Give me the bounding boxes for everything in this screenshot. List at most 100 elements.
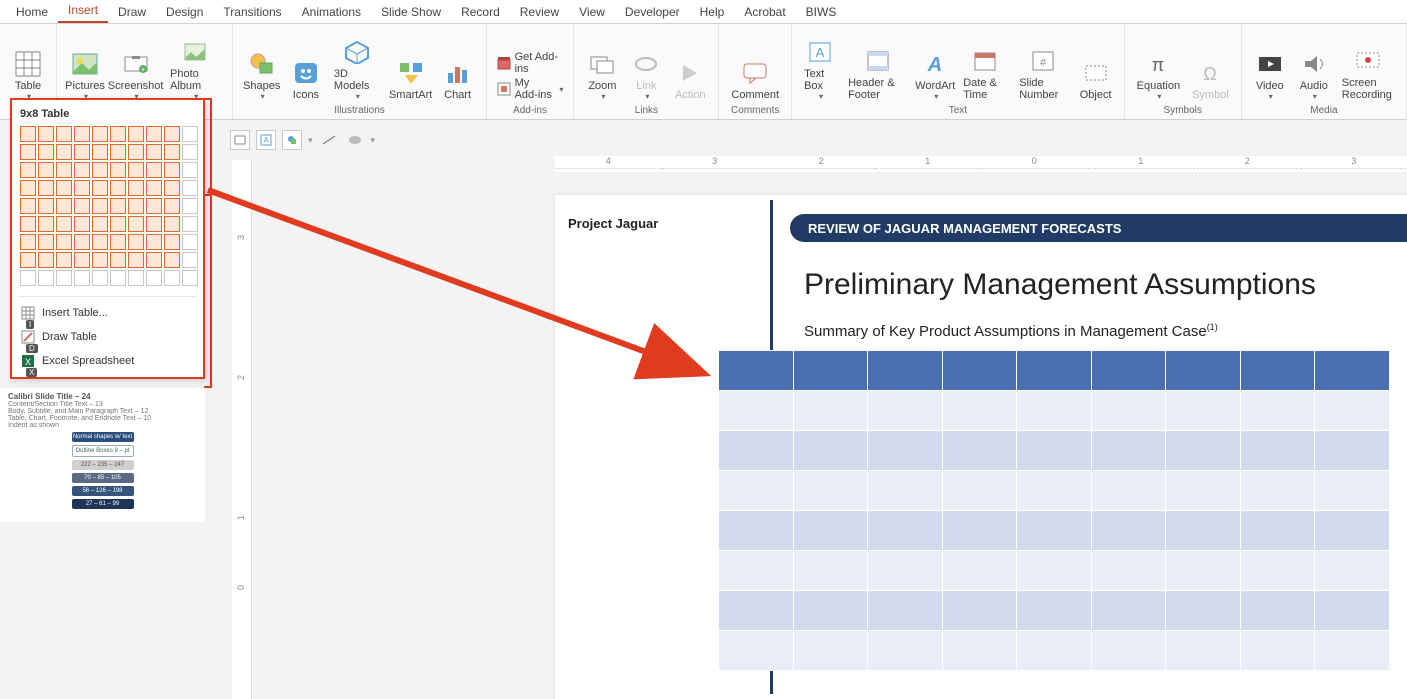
table-cell[interactable] bbox=[942, 471, 1017, 511]
grid-cell[interactable] bbox=[110, 252, 126, 268]
table-cell[interactable] bbox=[1315, 431, 1390, 471]
qat-caret[interactable]: ▾ bbox=[308, 135, 313, 146]
shapes-button[interactable]: Shapes bbox=[239, 48, 284, 103]
table-cell[interactable] bbox=[942, 551, 1017, 591]
grid-cell[interactable] bbox=[56, 126, 72, 142]
grid-cell[interactable] bbox=[56, 270, 72, 286]
grid-cell[interactable] bbox=[128, 270, 144, 286]
grid-cell[interactable] bbox=[128, 216, 144, 232]
table-cell[interactable] bbox=[793, 431, 868, 471]
grid-cell[interactable] bbox=[92, 198, 108, 214]
grid-cell[interactable] bbox=[182, 180, 198, 196]
tab-transitions[interactable]: Transitions bbox=[213, 1, 291, 23]
table-cell[interactable] bbox=[1166, 591, 1241, 631]
tab-insert[interactable]: Insert bbox=[58, 0, 108, 23]
grid-cell[interactable] bbox=[164, 162, 180, 178]
table-cell[interactable] bbox=[1017, 511, 1092, 551]
table-cell[interactable] bbox=[1017, 391, 1092, 431]
equation-button[interactable]: πEquation bbox=[1131, 48, 1186, 103]
table-cell[interactable] bbox=[1166, 511, 1241, 551]
table-cell[interactable] bbox=[942, 511, 1017, 551]
tab-design[interactable]: Design bbox=[156, 1, 213, 23]
table-cell[interactable] bbox=[1166, 631, 1241, 671]
grid-cell[interactable] bbox=[182, 162, 198, 178]
grid-cell[interactable] bbox=[38, 198, 54, 214]
models-button[interactable]: 3D Models bbox=[328, 36, 386, 103]
object-button[interactable]: Object bbox=[1074, 57, 1118, 103]
table-cell[interactable] bbox=[942, 431, 1017, 471]
grid-cell[interactable] bbox=[146, 270, 162, 286]
icons-button[interactable]: Icons bbox=[284, 57, 328, 103]
grid-cell[interactable] bbox=[20, 162, 36, 178]
tab-developer[interactable]: Developer bbox=[615, 1, 690, 23]
table-cell[interactable] bbox=[793, 551, 868, 591]
grid-cell[interactable] bbox=[146, 198, 162, 214]
table-cell[interactable] bbox=[1240, 391, 1315, 431]
smartart-button[interactable]: SmartArt bbox=[386, 57, 436, 103]
get-addins-button[interactable]: Get Add-ins bbox=[497, 51, 564, 75]
table-cell[interactable] bbox=[1166, 391, 1241, 431]
table-cell[interactable] bbox=[1166, 351, 1241, 391]
table-cell[interactable] bbox=[1315, 391, 1390, 431]
table-cell[interactable] bbox=[942, 631, 1017, 671]
screenshot-button[interactable]: + Screenshot bbox=[107, 48, 164, 103]
tab-biws[interactable]: BIWS bbox=[796, 1, 847, 23]
grid-cell[interactable] bbox=[92, 234, 108, 250]
grid-cell[interactable] bbox=[110, 270, 126, 286]
tab-help[interactable]: Help bbox=[690, 1, 735, 23]
table-cell[interactable] bbox=[719, 631, 794, 671]
qat-caret2[interactable]: ▾ bbox=[371, 135, 376, 146]
table-cell[interactable] bbox=[1315, 591, 1390, 631]
grid-cell[interactable] bbox=[146, 126, 162, 142]
grid-cell[interactable] bbox=[92, 216, 108, 232]
grid-cell[interactable] bbox=[38, 234, 54, 250]
grid-cell[interactable] bbox=[110, 126, 126, 142]
qat-line[interactable] bbox=[319, 130, 339, 150]
grid-cell[interactable] bbox=[20, 216, 36, 232]
grid-cell[interactable] bbox=[74, 216, 90, 232]
table-cell[interactable] bbox=[1017, 431, 1092, 471]
grid-cell[interactable] bbox=[38, 252, 54, 268]
grid-cell[interactable] bbox=[74, 180, 90, 196]
qat-shapes[interactable] bbox=[282, 130, 302, 150]
grid-cell[interactable] bbox=[74, 198, 90, 214]
grid-cell[interactable] bbox=[164, 198, 180, 214]
pictures-button[interactable]: Pictures bbox=[63, 48, 107, 103]
table-cell[interactable] bbox=[719, 391, 794, 431]
table-cell[interactable] bbox=[1315, 471, 1390, 511]
grid-cell[interactable] bbox=[110, 180, 126, 196]
grid-cell[interactable] bbox=[74, 144, 90, 160]
zoom-button[interactable]: Zoom bbox=[580, 48, 624, 103]
table-cell[interactable] bbox=[1017, 631, 1092, 671]
grid-cell[interactable] bbox=[128, 144, 144, 160]
tab-view[interactable]: View bbox=[569, 1, 615, 23]
table-cell[interactable] bbox=[1091, 471, 1166, 511]
tab-draw[interactable]: Draw bbox=[108, 1, 156, 23]
table-cell[interactable] bbox=[868, 431, 943, 471]
table-cell[interactable] bbox=[1166, 431, 1241, 471]
datetime-button[interactable]: Date & Time bbox=[957, 45, 1013, 103]
table-cell[interactable] bbox=[868, 471, 943, 511]
table-cell[interactable] bbox=[1240, 351, 1315, 391]
table-cell[interactable] bbox=[1315, 511, 1390, 551]
grid-cell[interactable] bbox=[56, 144, 72, 160]
table-cell[interactable] bbox=[1166, 471, 1241, 511]
grid-cell[interactable] bbox=[164, 234, 180, 250]
table-cell[interactable] bbox=[1091, 391, 1166, 431]
grid-cell[interactable] bbox=[164, 270, 180, 286]
table-cell[interactable] bbox=[1017, 591, 1092, 631]
table-cell[interactable] bbox=[1240, 511, 1315, 551]
tab-slideshow[interactable]: Slide Show bbox=[371, 1, 451, 23]
grid-cell[interactable] bbox=[182, 234, 198, 250]
wordart-button[interactable]: AWordArt bbox=[913, 48, 957, 103]
table-cell[interactable] bbox=[719, 431, 794, 471]
table-cell[interactable] bbox=[1017, 351, 1092, 391]
insert-table-item[interactable]: Insert Table... I bbox=[18, 301, 197, 325]
grid-cell[interactable] bbox=[92, 180, 108, 196]
header-footer-button[interactable]: Header & Footer bbox=[842, 45, 913, 103]
table-cell[interactable] bbox=[1091, 431, 1166, 471]
table-cell[interactable] bbox=[1240, 631, 1315, 671]
video-button[interactable]: Video bbox=[1248, 48, 1292, 103]
link-button[interactable]: Link bbox=[624, 48, 668, 103]
grid-cell[interactable] bbox=[56, 162, 72, 178]
